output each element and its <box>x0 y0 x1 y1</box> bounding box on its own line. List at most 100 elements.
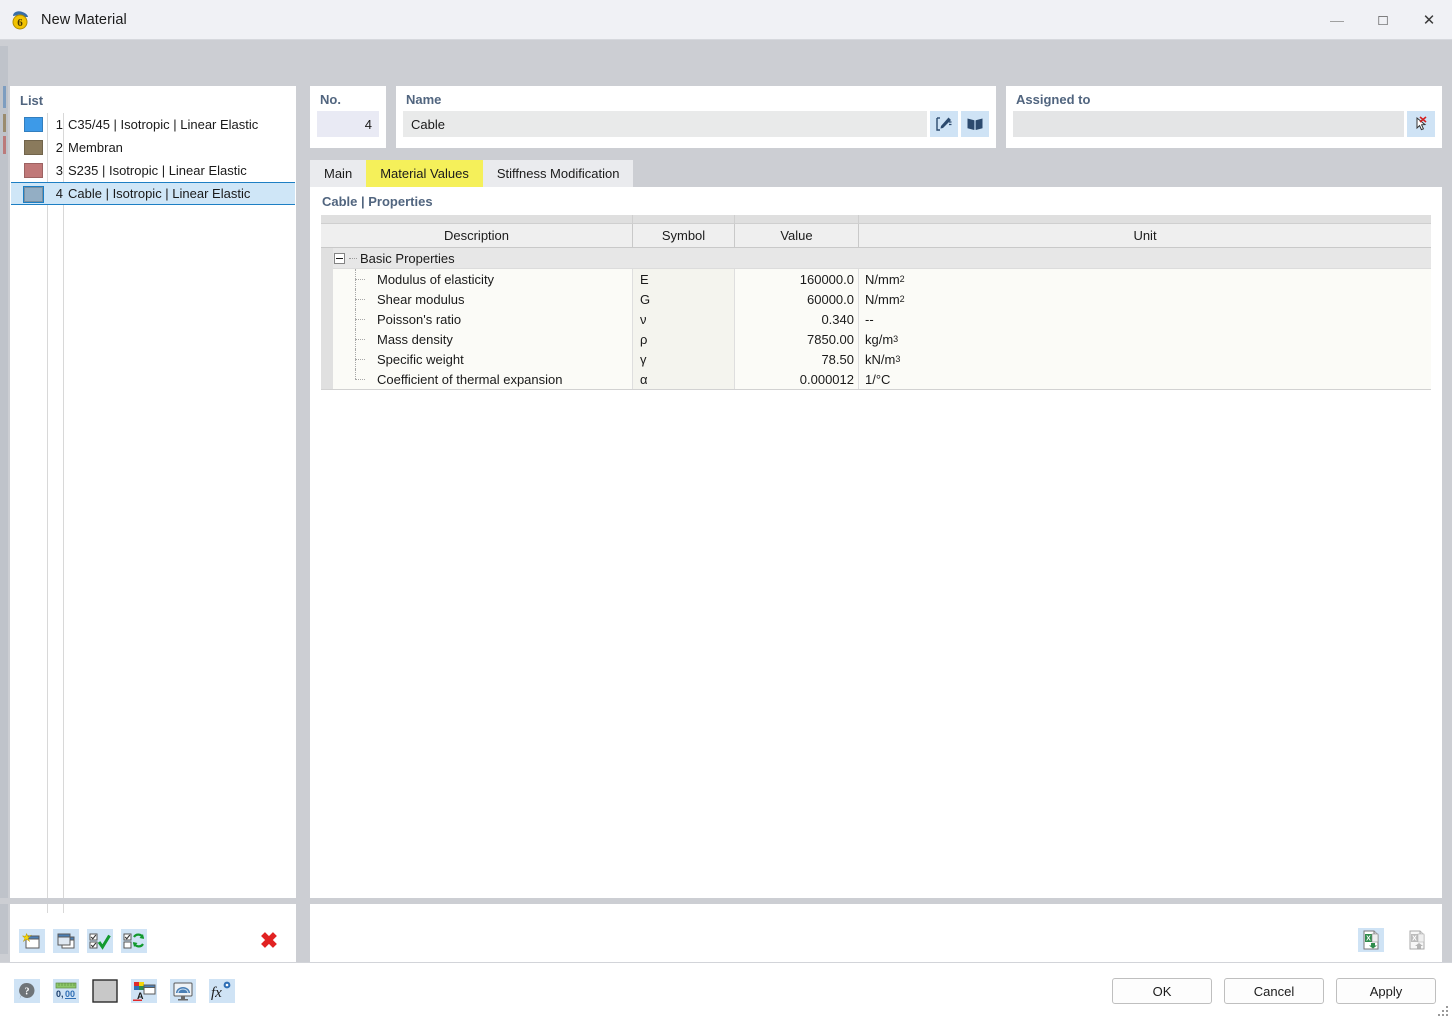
property-value[interactable]: 160000.0 <box>735 269 859 289</box>
tab-material-values[interactable]: Material Values <box>366 160 483 187</box>
new-material-icon[interactable] <box>19 929 45 953</box>
list-item-number: 3 <box>55 163 63 178</box>
material-library-icon[interactable] <box>961 111 989 137</box>
table-header-row: Description Symbol Value Unit <box>321 224 1431 248</box>
material-list[interactable]: 1 C35/45 | Isotropic | Linear Elastic 2 … <box>11 113 295 913</box>
property-symbol: E <box>633 269 735 289</box>
cancel-button[interactable]: Cancel <box>1224 978 1324 1004</box>
list-item[interactable]: 2 Membran <box>11 136 295 159</box>
table-row[interactable]: Specific weight γ 78.50 kN/m 3 <box>321 349 1431 369</box>
number-label: No. <box>320 92 341 107</box>
property-unit: N/mm 2 <box>865 271 905 287</box>
list-item[interactable]: 1 C35/45 | Isotropic | Linear Elastic <box>11 113 295 136</box>
svg-text:00: 00 <box>65 989 75 999</box>
name-input[interactable]: Cable <box>403 111 927 137</box>
list-item-selected[interactable]: 4 Cable | Isotropic | Linear Elastic <box>11 182 295 205</box>
table-body: Basic Properties Modulus of elasticity E… <box>321 247 1431 389</box>
list-item-label: Membran <box>68 140 123 155</box>
footer-icon-group: ? 0, 00 A fx <box>14 979 235 1003</box>
resize-grip[interactable] <box>1437 1005 1449 1017</box>
property-unit: kg/m 3 <box>865 331 899 347</box>
minimize-button[interactable]: — <box>1314 0 1360 40</box>
tab-main[interactable]: Main <box>310 160 367 187</box>
color-swatch-icon[interactable] <box>92 979 118 1003</box>
column-header-unit[interactable]: Unit <box>859 224 1431 247</box>
property-symbol: G <box>633 289 735 309</box>
tree-connector-icon <box>333 329 377 349</box>
table-tools: X X <box>1350 928 1430 952</box>
collapse-group-icon[interactable] <box>334 252 345 264</box>
units-decimal-places-icon[interactable]: 0, 00 <box>53 979 79 1003</box>
svg-text:fx: fx <box>211 985 222 1001</box>
assigned-to-input[interactable] <box>1013 111 1404 137</box>
tree-connector-icon <box>333 349 377 369</box>
close-icon: ✕ <box>1422 11 1436 29</box>
excel-export-icon: X <box>1404 928 1430 952</box>
material-6-icon: 6 <box>10 9 32 31</box>
display-render-icon[interactable] <box>170 979 196 1003</box>
column-header-value[interactable]: Value <box>735 224 859 247</box>
property-value[interactable]: 78.50 <box>735 349 859 369</box>
svg-text:?: ? <box>25 987 30 998</box>
property-value[interactable]: 60000.0 <box>735 289 859 309</box>
close-button[interactable]: ✕ <box>1406 0 1452 40</box>
tab-stiffness-modification[interactable]: Stiffness Modification <box>482 160 634 187</box>
property-unit: kN/m 3 <box>865 351 901 367</box>
group-row-basic-properties[interactable]: Basic Properties <box>321 247 1431 269</box>
name-label: Name <box>406 92 442 107</box>
table-row[interactable]: Coefficient of thermal expansion α 0.000… <box>321 369 1431 389</box>
property-unit: 1/°C <box>865 371 891 387</box>
material-color-swatch <box>24 140 43 155</box>
property-unit: N/mm 2 <box>865 291 905 307</box>
appearance-colors-icon[interactable]: A <box>131 979 157 1003</box>
list-label: List <box>20 93 44 108</box>
number-input[interactable]: 4 <box>317 111 379 137</box>
list-item[interactable]: 3 S235 | Isotropic | Linear Elastic <box>11 159 295 182</box>
property-symbol: ν <box>633 309 735 329</box>
material-color-swatch <box>24 117 43 132</box>
list-item-number: 2 <box>55 140 63 155</box>
property-symbol: α <box>633 369 735 389</box>
maximize-button[interactable]: □ <box>1360 0 1406 40</box>
dialog-body: List 1 C35/45 | Isotropic | Linear Elast… <box>0 40 1452 962</box>
invert-selection-icon[interactable] <box>121 929 147 953</box>
excel-import-icon[interactable]: X <box>1358 928 1384 952</box>
select-all-icon[interactable] <box>87 929 113 953</box>
ok-button[interactable]: OK <box>1112 978 1212 1004</box>
property-symbol: γ <box>633 349 735 369</box>
table-row[interactable]: Mass density ρ 7850.00 kg/m 3 <box>321 329 1431 349</box>
property-value[interactable]: 0.000012 <box>735 369 859 389</box>
left-edge-strip <box>0 46 8 954</box>
property-description: Poisson's ratio <box>377 311 462 327</box>
tree-connector-icon <box>333 369 377 389</box>
apply-button[interactable]: Apply <box>1336 978 1436 1004</box>
table-header-strip <box>321 215 1431 224</box>
footer-buttons: OK Cancel Apply <box>1112 978 1436 1004</box>
table-row[interactable]: Poisson's ratio ν 0.340 -- <box>321 309 1431 329</box>
new-material-dialog: 6 New Material — □ ✕ List 1 C35/45 | Iso… <box>0 0 1452 1020</box>
window-controls: — □ ✕ <box>1314 0 1452 40</box>
column-header-description[interactable]: Description <box>321 224 633 247</box>
copy-material-icon[interactable] <box>53 929 79 953</box>
list-item-label: C35/45 | Isotropic | Linear Elastic <box>68 117 259 132</box>
edit-name-icon[interactable] <box>930 111 958 137</box>
table-row[interactable]: Modulus of elasticity E 160000.0 N/mm 2 <box>321 269 1431 289</box>
property-description: Shear modulus <box>377 291 465 307</box>
property-unit: -- <box>865 311 874 327</box>
group-label: Basic Properties <box>360 250 455 266</box>
property-description: Modulus of elasticity <box>377 271 495 287</box>
property-value[interactable]: 7850.00 <box>735 329 859 349</box>
column-header-symbol[interactable]: Symbol <box>633 224 735 247</box>
pick-objects-icon[interactable] <box>1407 111 1435 137</box>
material-color-swatch <box>23 186 44 203</box>
property-description: Specific weight <box>377 351 464 367</box>
material-color-swatch <box>24 163 43 178</box>
list-item-number: 4 <box>55 186 63 201</box>
formula-fx-icon[interactable]: fx <box>209 979 235 1003</box>
help-icon[interactable]: ? <box>14 979 40 1003</box>
property-value[interactable]: 0.340 <box>735 309 859 329</box>
properties-table: Description Symbol Value Unit Basic Prop… <box>321 215 1431 390</box>
table-row[interactable]: Shear modulus G 60000.0 N/mm 2 <box>321 289 1431 309</box>
list-toolbar: ✖ <box>11 921 295 961</box>
delete-material-icon[interactable]: ✖ <box>255 928 283 954</box>
